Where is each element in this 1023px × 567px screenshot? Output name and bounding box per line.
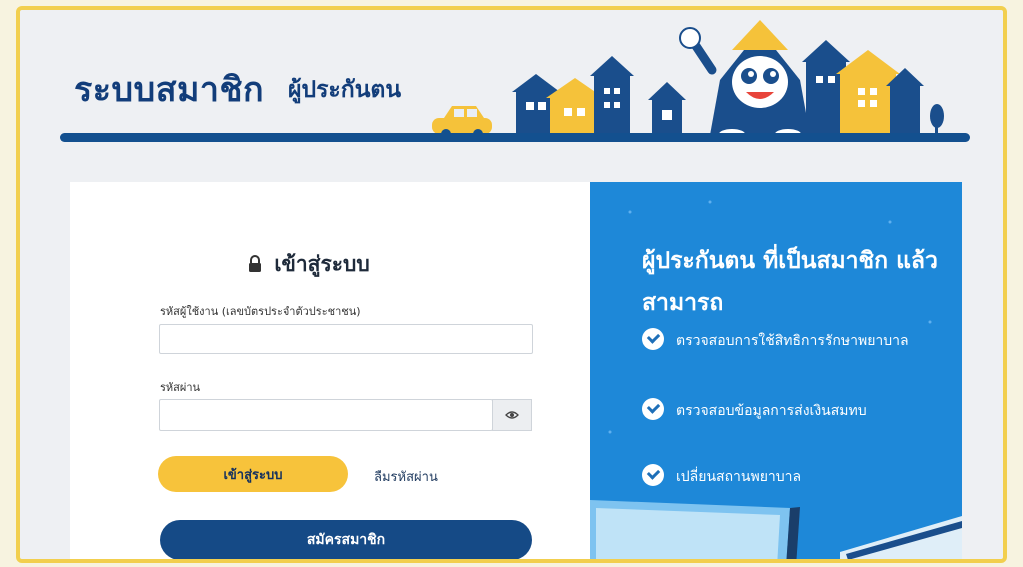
benefit-text: ตรวจสอบการใช้สิทธิการรักษาพยาบาล <box>676 333 909 349</box>
forgot-password-link[interactable]: ลืมรหัสผ่าน <box>374 466 438 487</box>
header-banner: ระบบสมาชิก ผู้ประกันตน <box>20 10 1003 170</box>
login-heading: เข้าสู่ระบบ <box>70 248 548 281</box>
check-icon <box>642 464 664 486</box>
benefit-item: ตรวจสอบข้อมูลการส่งเงินสมทบ <box>642 398 942 425</box>
brand-subtitle: ผู้ประกันตน <box>288 77 402 103</box>
benefit-text: ตรวจสอบข้อมูลการส่งเงินสมทบ <box>676 403 867 419</box>
building-4 <box>648 82 686 135</box>
benefit-text: เปลี่ยนสถานพยาบาล <box>676 469 802 485</box>
tree-illustration <box>930 104 944 135</box>
password-label: รหัสผ่าน <box>160 381 201 394</box>
benefits-panel: ผู้ประกันตน ที่เป็นสมาชิก แล้วสามารถ ตรว… <box>590 182 962 559</box>
password-input[interactable] <box>159 399 493 431</box>
check-icon <box>642 328 664 350</box>
lock-icon <box>248 254 262 278</box>
header-ground-line <box>60 133 970 142</box>
username-label: รหัสผู้ใช้งาน (เลขบัตรประจำตัวประชาชน) <box>160 305 361 318</box>
username-input[interactable] <box>159 324 533 354</box>
check-icon <box>642 398 664 420</box>
login-card: เข้าสู่ระบบ รหัสผู้ใช้งาน (เลขบัตรประจำต… <box>70 182 592 559</box>
benefit-item: ตรวจสอบการใช้สิทธิการรักษาพยาบาล <box>642 328 942 355</box>
building-3 <box>590 56 634 135</box>
login-title-text: เข้าสู่ระบบ <box>274 252 370 276</box>
eye-icon <box>505 411 519 419</box>
benefit-item: เปลี่ยนสถานพยาบาล <box>642 464 942 491</box>
benefits-title: ผู้ประกันตน ที่เป็นสมาชิก แล้วสามารถ <box>642 248 938 316</box>
show-password-button[interactable] <box>492 399 532 431</box>
brand-title: ระบบสมาชิก <box>74 70 265 110</box>
mascot-illustration <box>679 20 810 141</box>
register-button[interactable]: สมัครสมาชิก <box>160 520 532 559</box>
login-button[interactable]: เข้าสู่ระบบ <box>158 456 348 492</box>
page-frame: ระบบสมาชิก ผู้ประกันตน เข้าสู่ระบบ รหัสผ… <box>16 6 1007 563</box>
